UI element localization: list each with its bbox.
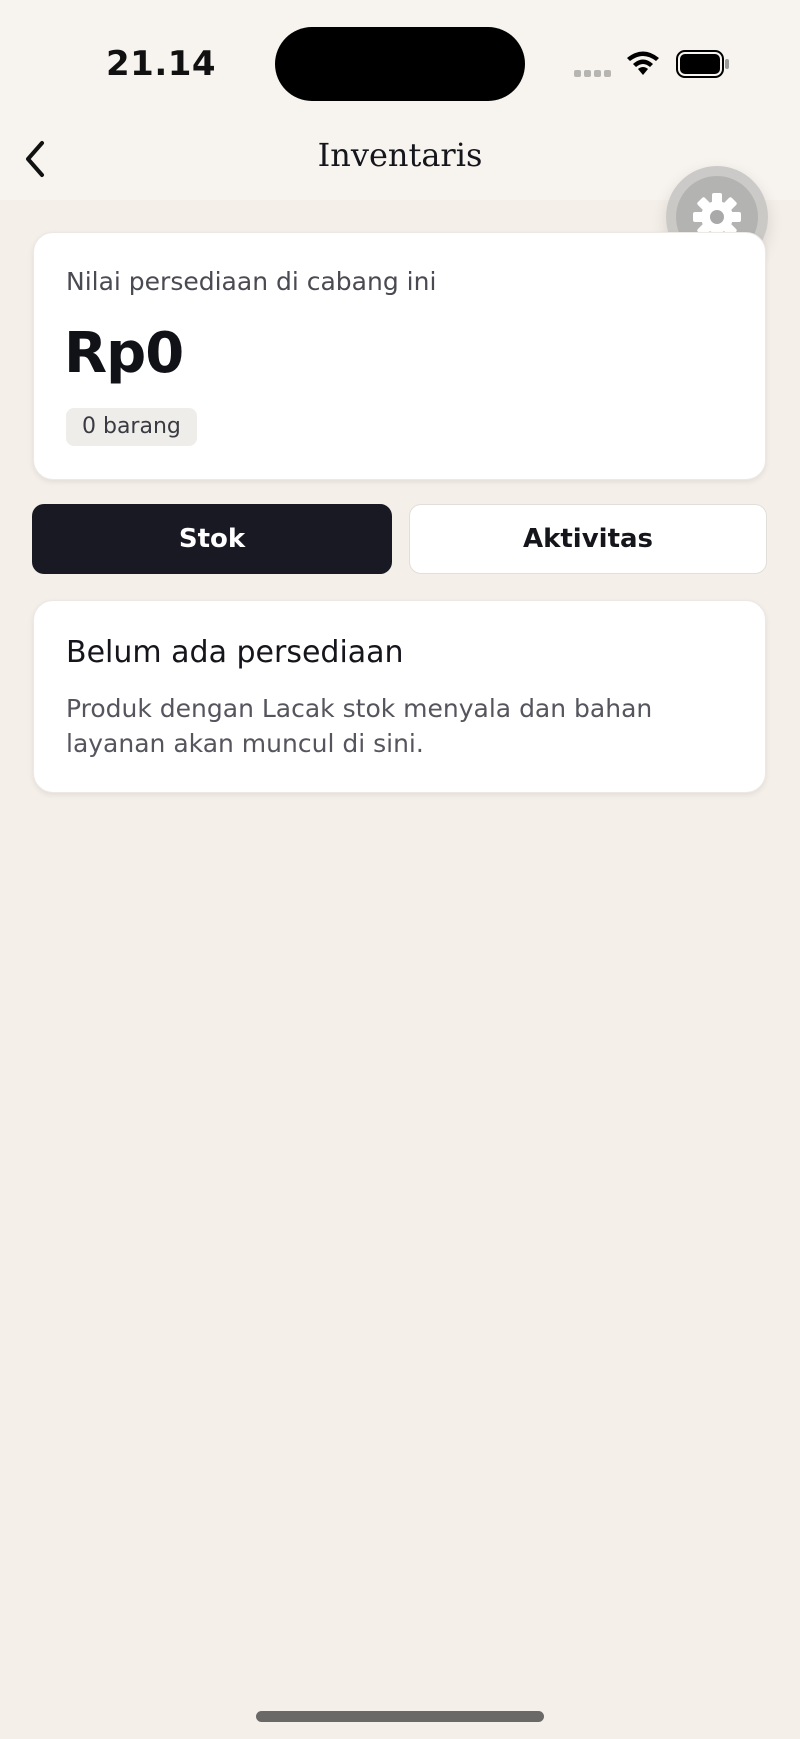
empty-state-title: Belum ada persediaan bbox=[66, 635, 404, 670]
signal-dots-icon bbox=[574, 70, 612, 78]
wifi-icon bbox=[627, 51, 659, 75]
item-count-badge: 0 barang bbox=[66, 408, 197, 446]
tab-stok[interactable]: Stok bbox=[32, 504, 392, 574]
empty-state-description: Produk dengan Lacak stok menyala dan bah… bbox=[66, 694, 653, 758]
home-indicator[interactable] bbox=[256, 1711, 544, 1722]
battery-icon bbox=[676, 50, 729, 78]
inventory-value-label: Nilai persediaan di cabang ini bbox=[66, 267, 437, 296]
page-title: Inventaris bbox=[317, 136, 483, 174]
tab-aktivitas[interactable]: Aktivitas bbox=[409, 504, 767, 574]
inventory-value-card: Nilai persediaan di cabang ini Rp0 0 bar… bbox=[33, 232, 766, 480]
status-time: 21.14 bbox=[106, 44, 217, 84]
empty-state-card: Belum ada persediaan Produk dengan Lacak… bbox=[33, 600, 766, 793]
inventory-value-amount: Rp0 bbox=[64, 321, 184, 386]
dynamic-island bbox=[275, 27, 525, 101]
status-bar: 21.14 bbox=[0, 0, 800, 120]
